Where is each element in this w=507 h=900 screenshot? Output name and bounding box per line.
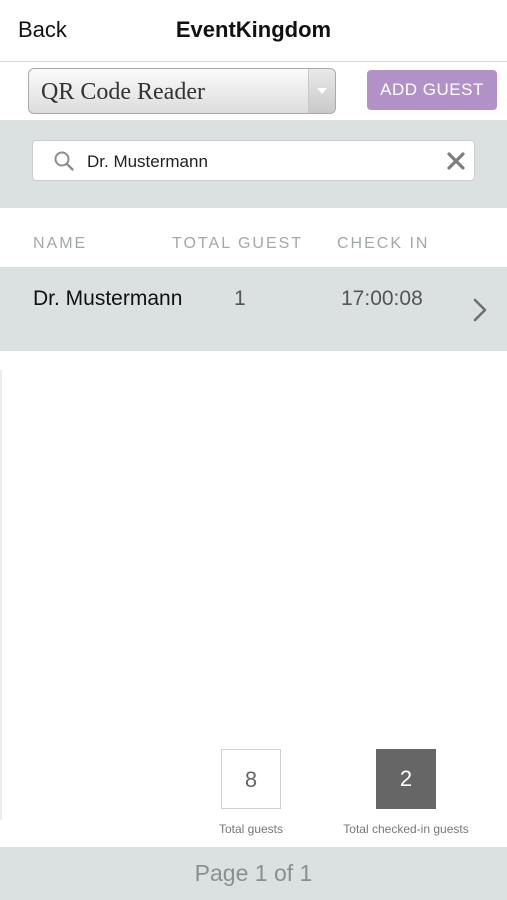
- search-input-value: Dr. Mustermann: [87, 152, 208, 171]
- search-area: Dr. Mustermann: [0, 120, 507, 208]
- guest-total: 1: [234, 287, 246, 310]
- pagination: Page 1 of 1: [0, 847, 507, 900]
- page-title: EventKingdom: [175, 17, 332, 42]
- mode-select[interactable]: QR Code Reader: [28, 68, 336, 114]
- toolbar: QR Code Reader ADD GUEST: [0, 62, 507, 120]
- checked-in-label: Total checked-in guests: [343, 822, 469, 836]
- total-guests-label: Total guests: [218, 822, 284, 836]
- checked-in-count: 2: [376, 749, 436, 809]
- guest-name: Dr. Mustermann: [33, 287, 183, 310]
- column-header-name: NAME: [33, 235, 88, 252]
- chevron-down-icon[interactable]: [308, 69, 335, 113]
- nav-bar: Back EventKingdom: [0, 0, 507, 62]
- search-icon: [54, 151, 74, 171]
- table-header: NAME TOTAL GUEST CHECK IN: [6, 208, 501, 267]
- clear-icon[interactable]: [446, 151, 466, 171]
- chevron-right-icon[interactable]: [472, 297, 488, 323]
- divider: [0, 370, 2, 820]
- add-guest-button[interactable]: ADD GUEST: [367, 70, 497, 110]
- column-header-total-guest: TOTAL GUEST: [172, 235, 304, 252]
- total-guests-count: 8: [221, 749, 281, 809]
- search-input[interactable]: Dr. Mustermann: [32, 140, 475, 181]
- guest-check-in-time: 17:00:08: [341, 287, 423, 310]
- table-row[interactable]: Dr. Mustermann 1 17:00:08: [0, 267, 507, 351]
- mode-select-value: QR Code Reader: [41, 79, 205, 105]
- column-header-check-in: CHECK IN: [337, 235, 430, 252]
